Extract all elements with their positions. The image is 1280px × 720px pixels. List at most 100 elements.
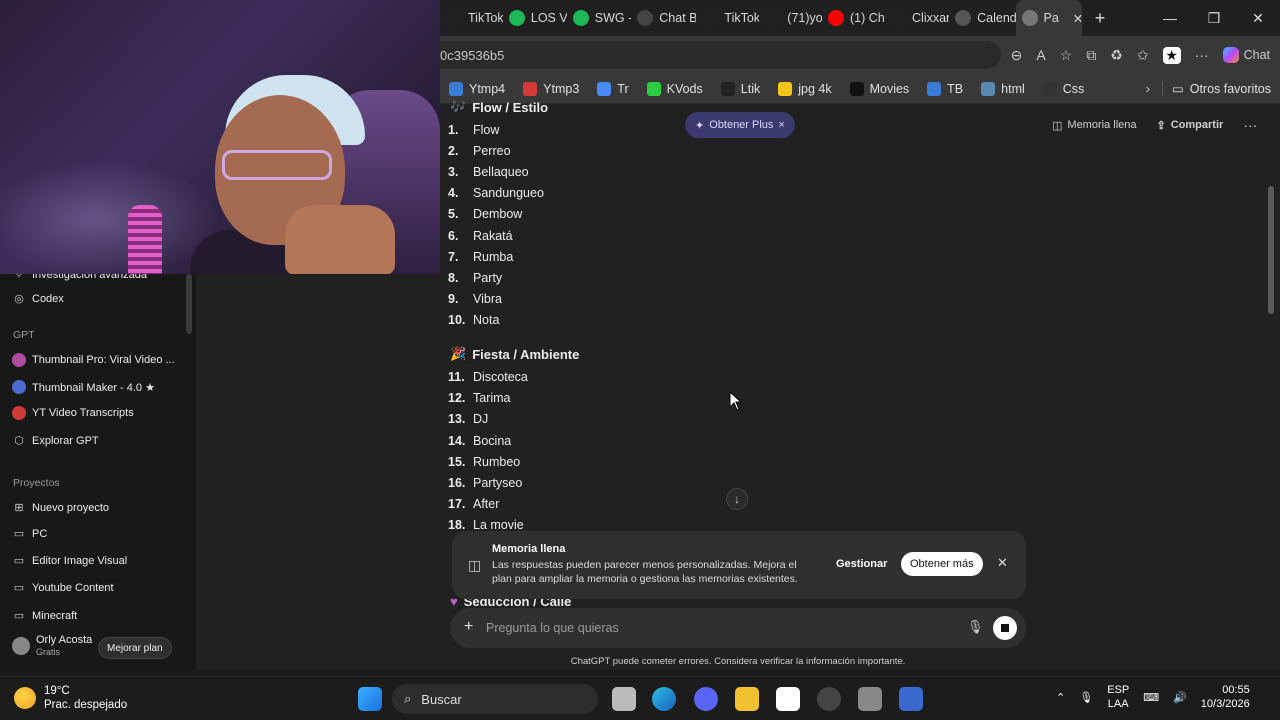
zoom-icon[interactable]: ⊖ [1011,47,1023,64]
main-scrollbar[interactable] [1268,186,1274,314]
manage-button[interactable]: Gestionar [828,552,895,576]
taskbar-search[interactable]: ⌕ Buscar [392,684,598,714]
list-number: 10. [448,312,466,327]
calculator-icon[interactable] [858,687,882,711]
scroll-down-button[interactable]: ↓ [726,488,748,510]
bookmark-item[interactable]: KVods [638,81,712,96]
bookmark-item[interactable]: TB [918,81,972,96]
browser-tab[interactable]: SWG - [567,0,631,36]
bookmark-item[interactable]: Ytmp3 [514,81,588,96]
capcut-icon[interactable] [776,687,800,711]
bookmark-favicon-icon [981,81,996,96]
browser-tab[interactable]: Clixxar [884,0,949,36]
gpt-item-0[interactable]: Thumbnail Pro: Viral Video ... [12,353,175,367]
bookmark-item[interactable]: Ytmp4 [440,81,514,96]
prompt-input[interactable] [486,616,926,640]
network-icon[interactable]: ⌨ [1143,691,1159,704]
sidebar-scrollbar[interactable] [186,274,192,334]
tab-label: (71)yo [787,11,822,25]
microphone-icon[interactable]: 🎙 [967,619,984,635]
browser-tab[interactable]: TikTok [696,0,759,36]
file-explorer-icon[interactable] [735,687,759,711]
maximize-button[interactable]: ❐ [1192,10,1236,27]
profile-icon[interactable]: ★ [1162,46,1181,64]
project-item[interactable]: ▭ Minecraft [12,609,77,623]
more-options-icon[interactable]: ··· [1243,117,1257,133]
extensions-icon[interactable]: ⧉ [1086,47,1096,64]
browser-tab[interactable]: TikTok [440,0,503,36]
more-menu-icon[interactable]: ··· [1195,47,1209,64]
volume-icon[interactable]: 🔊 [1173,691,1187,704]
get-plus-chip[interactable]: ✦ Obtener Plus × [685,112,795,138]
mouse-cursor-icon [729,391,743,411]
list-text: Sandungueo [473,186,544,201]
gpt-item-1[interactable]: Thumbnail Maker - 4.0 ★ [12,380,155,394]
minimize-button[interactable]: — [1148,10,1192,26]
browser-tab[interactable]: (71)yo [759,0,822,36]
project-item[interactable]: ▭ Editor Image Visual [12,554,127,568]
tiktok-icon [765,10,782,26]
upgrade-plan-button[interactable]: Mejorar plan [98,637,172,659]
attach-plus-icon[interactable]: + [464,618,473,636]
discord-icon[interactable] [694,687,718,711]
bookmarks-more-icon[interactable]: › [1134,82,1162,96]
list-text: Bellaqueo [473,165,529,180]
chevron-up-icon[interactable]: ⌃ [1056,691,1065,704]
share-button[interactable]: ⇪ Compartir [1157,119,1224,132]
close-tab-icon[interactable]: ✕ [1073,11,1082,26]
new-tab-button[interactable]: + [1082,8,1118,29]
list-number: 6. [448,228,459,243]
stop-button[interactable] [993,616,1017,640]
clock[interactable]: 00:55 10/3/2026 [1201,683,1250,711]
bookmark-item[interactable]: jpg 4k [769,81,840,96]
project-new[interactable]: ⊞ Nuevo proyecto [12,501,109,515]
obs-icon[interactable] [817,687,841,711]
bookmark-item[interactable]: Css [1034,81,1094,96]
weather-widget[interactable]: 19°C Prac. despejado [14,684,127,712]
project-label: Youtube Content [32,582,114,594]
bookmark-item[interactable]: Ltik [712,81,769,96]
sidebar-item-explore[interactable]: ⬡ Explorar GPT [12,434,98,448]
gpt-item-2[interactable]: YT Video Transcripts [12,406,134,420]
get-more-label: Obtener más [910,558,974,570]
user-profile[interactable]: Orly Acosta Gratis [12,634,92,658]
read-aloud-icon[interactable]: A [1036,47,1045,64]
close-banner-icon[interactable]: ✕ [997,555,1008,571]
favorites-icon[interactable]: ✩ [1137,47,1149,64]
browser-tab[interactable]: Calend [949,0,1016,36]
start-button[interactable] [358,687,382,711]
edge-icon[interactable] [652,687,676,711]
browser-tab[interactable]: Chat B [631,0,696,36]
project-item[interactable]: ▭ Youtube Content [12,581,114,595]
list-text: Party [473,270,503,285]
close-window-button[interactable]: ✕ [1236,10,1280,27]
favorite-star-icon[interactable]: ☆ [1060,47,1073,64]
app-icon[interactable] [899,687,923,711]
browser-tab[interactable]: LOS V [503,0,567,36]
bookmark-item[interactable]: Movies [841,81,919,96]
memory-status[interactable]: ◫ Memoria llena [1052,119,1137,132]
list-item: 15. Rumbeo [448,455,520,469]
bookmark-item[interactable]: Tr [588,81,637,96]
microphone-icon[interactable]: 🎙 [1079,691,1093,704]
get-more-button[interactable]: Obtener más [901,552,983,576]
memory-label: Memoria llena [1067,118,1137,131]
sidebar-item-codex[interactable]: ◎ Codex [12,292,64,306]
performance-icon[interactable]: ♻ [1110,47,1123,64]
project-item[interactable]: ▭ PC [12,527,47,541]
language-indicator[interactable]: ESP LAA [1107,683,1129,711]
bookmark-item[interactable]: html [972,81,1034,96]
webcam-overlay [0,0,440,274]
browser-tab[interactable]: Pa ✕ [1015,0,1082,36]
copilot-button[interactable]: Chat [1222,47,1270,64]
task-view-icon[interactable] [612,687,636,711]
browser-tab[interactable]: (1) Ch [822,0,884,36]
list-text: After [473,497,500,512]
url-field[interactable]: 0c39536b5 [440,41,1001,69]
other-favorites[interactable]: ▭ Otros favoritos [1161,81,1280,96]
section-title: Fiesta / Ambiente [472,346,580,362]
list-number: 2. [448,144,459,159]
list-item: 11. Discoteca [448,370,528,384]
bookmark-favicon-icon [646,81,661,96]
close-icon[interactable]: × [778,119,784,131]
